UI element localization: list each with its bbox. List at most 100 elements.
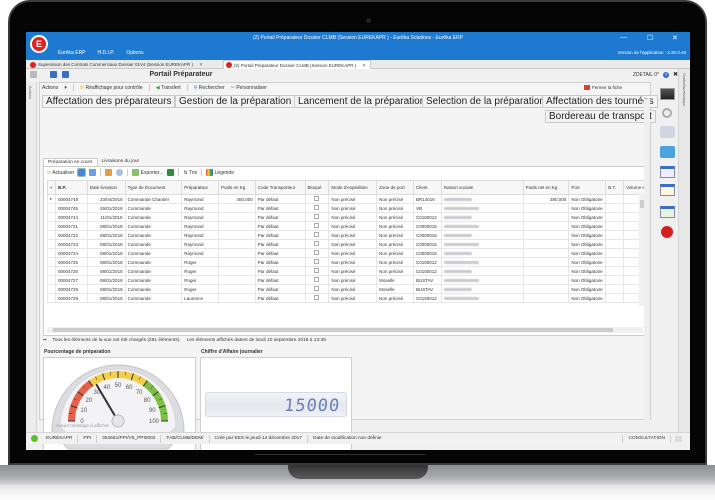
table-row[interactable]: 00004744 11/01/2018 Commande Raymond Par déf… [47, 212, 648, 222]
search-icon[interactable] [116, 169, 124, 176]
bloque-checkbox[interactable] [314, 196, 320, 201]
gestion-preparation-button[interactable]: Gestion de la préparation [175, 95, 296, 108]
terminal-icon[interactable] [660, 88, 675, 100]
col-header-bloque[interactable]: Bloqué [304, 180, 330, 195]
row-indicator[interactable] [47, 239, 56, 249]
actions-menu[interactable]: Actions [42, 85, 58, 91]
table-row[interactable]: 00004721 08/01/2018 Commande Raymond Par déf… [47, 221, 648, 231]
window-mail-icon[interactable] [660, 184, 675, 196]
menu-eureka-erp[interactable]: Eurêka ERP [58, 50, 86, 56]
affectation-tournees-button[interactable]: Affectation des tournées [542, 95, 658, 108]
col-header-preparateur[interactable]: Préparateur [181, 180, 219, 195]
row-indicator[interactable] [47, 275, 56, 285]
menu-hdip[interactable]: H.D.I.P. [98, 50, 115, 56]
row-indicator[interactable] [47, 248, 56, 258]
table-row[interactable]: 00004729 08/01/2018 Commande Laurence Par dé… [47, 293, 648, 303]
row-indicator[interactable] [47, 221, 56, 231]
close-window-button[interactable]: ✕ [672, 34, 678, 42]
rechercher-button[interactable]: ⚲ Rechercher [194, 85, 225, 91]
window-view-icon[interactable] [89, 169, 97, 176]
col-header-poids[interactable]: Poids en Kg [218, 180, 256, 195]
transfert-button[interactable]: ◀ Transfert [156, 85, 181, 91]
help-icon[interactable]: ? [662, 71, 669, 78]
row-indicator[interactable] [47, 293, 56, 303]
reaffichage-button[interactable]: ⟳ Réaffichage pour contrôle [80, 85, 143, 91]
col-header-bt[interactable]: B.T. [605, 180, 625, 195]
menu-options[interactable]: Options [126, 50, 143, 56]
bloque-checkbox[interactable] [314, 205, 320, 210]
table-row[interactable]: 00004723 08/01/2018 Commande Raymond Par déf… [47, 239, 648, 249]
lancement-preparation-button[interactable]: Lancement de la préparation [294, 95, 430, 108]
table-row[interactable]: 00004727 08/01/2018 Commande Roger Par défau… [47, 275, 648, 285]
grid-view-icon[interactable] [77, 168, 87, 177]
bloque-checkbox[interactable] [314, 250, 320, 255]
tab-close-icon[interactable]: ✕ [199, 60, 203, 69]
personnaliser-button[interactable]: ✂ Personnaliser [231, 85, 267, 91]
chevron-down-icon[interactable]: ▾ [64, 85, 67, 91]
row-indicator[interactable] [47, 284, 56, 294]
actualiser-button[interactable]: ⟳ Actualiser [47, 170, 74, 176]
table-row[interactable]: 00004722 08/01/2018 Commande Raymond Par déf… [47, 230, 648, 240]
bloque-checkbox[interactable] [314, 277, 320, 282]
bloque-checkbox[interactable] [314, 259, 320, 264]
col-header-type-document[interactable]: Type de Document [124, 180, 183, 195]
col-header-date-livraison[interactable]: Date livraison [86, 180, 126, 195]
table-row[interactable]: 00004725 08/01/2018 Commande Roger Par défau… [47, 257, 648, 267]
bloque-checkbox[interactable] [314, 268, 320, 273]
row-indicator[interactable] [47, 257, 56, 267]
window-print-icon[interactable] [660, 166, 675, 178]
col-header-poids-net[interactable]: Poids net en Kg [522, 180, 570, 195]
col-header-mode-expedition[interactable]: Mode d'expédition [328, 180, 378, 195]
save-as-icon[interactable] [62, 71, 69, 78]
actions-rail[interactable]: Actions [26, 82, 37, 437]
alert-message-icon[interactable] [660, 146, 675, 158]
table-row[interactable]: 00004728 08/01/2018 Commande Roger Par défau… [47, 284, 648, 294]
bloque-checkbox[interactable] [314, 286, 320, 291]
exporter-button[interactable]: Exporter... [132, 169, 163, 176]
scroll-thumb[interactable] [53, 328, 613, 332]
col-header-zone-port[interactable]: Zone de port [376, 180, 414, 195]
search-icon[interactable] [662, 108, 672, 118]
tab-supervision-contrats[interactable]: Supervision des Contrats Commerciaux Dos… [28, 60, 207, 69]
bloque-checkbox[interactable] [314, 223, 320, 228]
row-indicator[interactable] [47, 203, 56, 213]
col-header-raison-sociale[interactable]: Raison sociale [440, 180, 524, 195]
main-vertical-scrollbar[interactable] [644, 99, 650, 429]
bordereau-transport-button[interactable]: Bordereau de transport [545, 110, 656, 123]
table-row[interactable]: ▸ 00004749 23/04/2018 Commande Chantier Raym… [47, 194, 648, 204]
bloque-checkbox[interactable] [314, 232, 320, 237]
zoom-red-icon[interactable] [661, 226, 673, 238]
bloque-checkbox[interactable] [314, 214, 320, 219]
row-indicator[interactable] [47, 230, 56, 240]
tab-preparation-en-cours[interactable]: Préparation en cours [43, 158, 98, 166]
table-row[interactable]: 00004745 26/01/2018 Commande Raymond Par déf… [47, 203, 648, 213]
col-header-port[interactable]: Port [568, 180, 607, 195]
table-row[interactable]: 00004726 08/01/2018 Commande Roger Par défau… [47, 266, 648, 276]
col-header-bp[interactable]: B.P. [54, 180, 88, 195]
copy-dropdown-icon[interactable] [30, 71, 37, 78]
tab-portail-preparateur[interactable]: (2) Portail Préparateur Dossier CLMB (Se… [223, 60, 372, 69]
col-header-code-transporteur[interactable]: Code Transporteur [254, 180, 306, 195]
row-indicator[interactable]: ▸ [47, 194, 56, 204]
row-indicator[interactable] [47, 266, 56, 276]
save-icon[interactable] [50, 71, 57, 78]
table-row[interactable]: 00004724 08/01/2018 Commande Raymond Par déf… [47, 248, 648, 258]
tools-rail[interactable]: Outils/favoris/apps [678, 69, 690, 437]
excel-icon[interactable] [167, 169, 175, 176]
tris-button[interactable]: ⇅ Tris [183, 170, 197, 176]
minimize-button[interactable]: — [620, 34, 627, 41]
bloque-checkbox[interactable] [314, 295, 320, 300]
row-indicator[interactable] [47, 212, 56, 222]
maximize-button[interactable]: ☐ [647, 34, 653, 42]
fermer-fiche-button[interactable]: Fermer la fiche [583, 85, 622, 90]
window-refresh-icon[interactable] [660, 206, 675, 218]
bloque-checkbox[interactable] [314, 241, 320, 246]
print-info-icon[interactable] [660, 126, 675, 138]
grid-horizontal-scrollbar[interactable] [47, 327, 643, 333]
tab-livraisons-du-jour[interactable]: Livraisons du jour [98, 158, 144, 166]
legende-button[interactable]: Légende [206, 169, 234, 176]
affectation-preparateurs-button[interactable]: Affectation des préparateurs [42, 95, 176, 108]
col-header-client[interactable]: Client [412, 180, 442, 195]
filter-icon[interactable] [105, 169, 113, 176]
selection-preparation-button[interactable]: Selection de la préparation [422, 95, 549, 108]
